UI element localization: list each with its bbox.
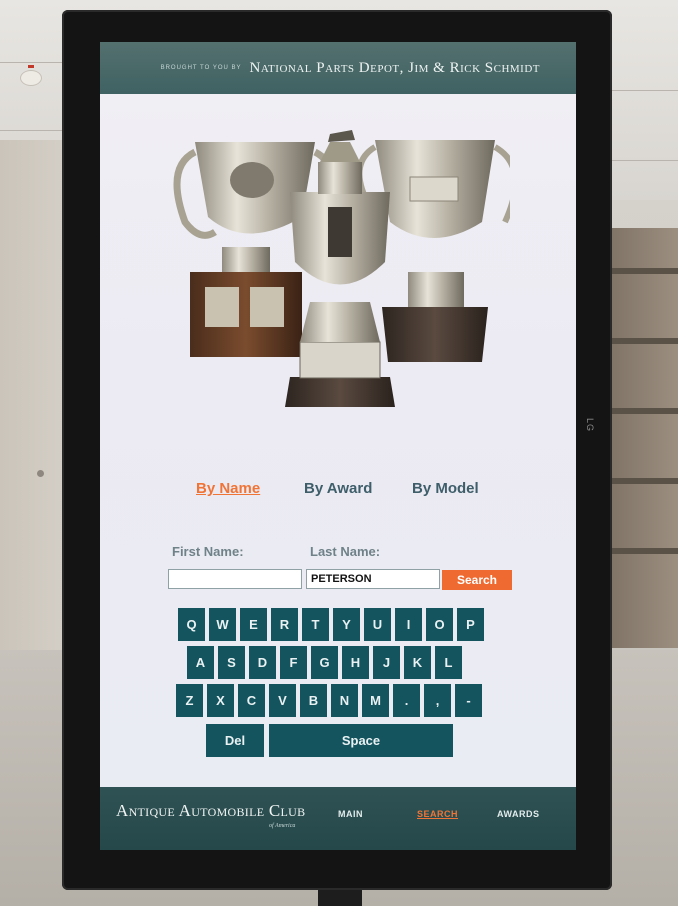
key-hyphen[interactable]: - [455, 684, 482, 717]
last-name-input[interactable] [306, 569, 440, 589]
key-e[interactable]: E [240, 608, 267, 641]
first-name-input[interactable] [168, 569, 302, 589]
footer-nav-bar: Antique Automobile Club of America MAIN … [100, 787, 576, 850]
sponsor-name: National Parts Depot, Jim & Rick Schmidt [249, 59, 540, 76]
key-d[interactable]: D [249, 646, 276, 679]
key-p[interactable]: P [457, 608, 484, 641]
tab-by-name[interactable]: By Name [196, 480, 260, 497]
key-t[interactable]: T [302, 608, 329, 641]
club-logo: Antique Automobile Club [116, 801, 306, 820]
brought-to-you-label: BROUGHT TO YOU BY [160, 65, 242, 71]
key-period[interactable]: . [393, 684, 420, 717]
key-n[interactable]: N [331, 684, 358, 717]
key-u[interactable]: U [364, 608, 391, 641]
nav-main[interactable]: MAIN [338, 809, 363, 819]
search-button[interactable]: Search [442, 570, 512, 590]
key-c[interactable]: C [238, 684, 265, 717]
nav-search[interactable]: SEARCH [417, 809, 458, 819]
tab-by-model[interactable]: By Model [412, 480, 479, 497]
key-s[interactable]: S [218, 646, 245, 679]
nav-awards[interactable]: AWARDS [497, 809, 540, 819]
key-l[interactable]: L [435, 646, 462, 679]
wall-knob [37, 470, 44, 477]
delete-key[interactable]: Del [206, 724, 264, 757]
key-f[interactable]: F [280, 646, 307, 679]
key-a[interactable]: A [187, 646, 214, 679]
key-k[interactable]: K [404, 646, 431, 679]
key-y[interactable]: Y [333, 608, 360, 641]
key-m[interactable]: M [362, 684, 389, 717]
key-o[interactable]: O [426, 608, 453, 641]
first-name-label: First Name: [172, 544, 244, 559]
search-mode-tabs: By Name By Award By Model [100, 480, 576, 504]
tab-by-award[interactable]: By Award [304, 480, 372, 497]
key-v[interactable]: V [269, 684, 296, 717]
lg-logo: LG [585, 417, 596, 433]
key-z[interactable]: Z [176, 684, 203, 717]
key-h[interactable]: H [342, 646, 369, 679]
club-logo-subtitle: of America [269, 823, 296, 829]
key-comma[interactable]: , [424, 684, 451, 717]
sponsor-banner: BROUGHT TO YOU BY National Parts Depot, … [100, 42, 576, 94]
key-q[interactable]: Q [178, 608, 205, 641]
space-key[interactable]: Space [269, 724, 453, 757]
key-x[interactable]: X [207, 684, 234, 717]
trophies-image [173, 130, 510, 407]
kiosk-screen: BROUGHT TO YOU BY National Parts Depot, … [100, 42, 576, 850]
key-j[interactable]: J [373, 646, 400, 679]
last-name-label: Last Name: [310, 544, 381, 559]
smoke-detector [20, 65, 42, 86]
key-b[interactable]: B [300, 684, 327, 717]
key-r[interactable]: R [271, 608, 298, 641]
key-g[interactable]: G [311, 646, 338, 679]
key-i[interactable]: I [395, 608, 422, 641]
key-w[interactable]: W [209, 608, 236, 641]
